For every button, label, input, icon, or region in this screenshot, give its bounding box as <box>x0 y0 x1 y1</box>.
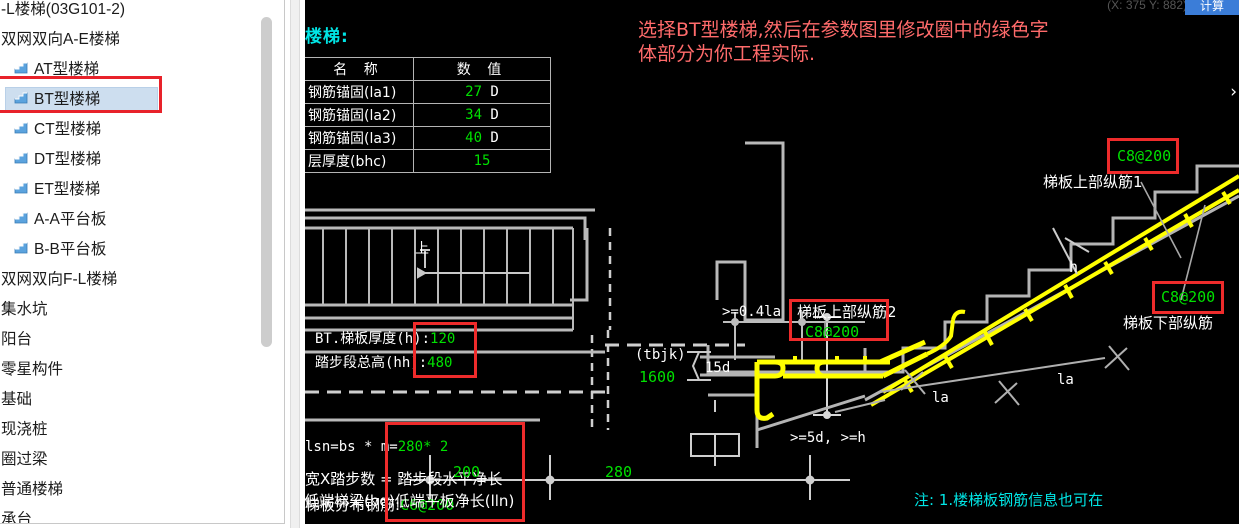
tbjk-name-label: (tbjk) <box>635 347 686 363</box>
parameter-name-cell: 钢筋锚固(la2) <box>305 103 414 127</box>
sidebar-item-label: DT型楼梯 <box>34 151 102 168</box>
sidebar-item-12[interactable]: 零星构件 <box>0 355 268 385</box>
sidebar-item-label: 双网双向A-E楼梯 <box>1 31 120 48</box>
sidebar-item-label: 集水坑 <box>1 301 48 318</box>
dim-280-label: 280 <box>605 463 633 481</box>
sidebar-item-11[interactable]: 阳台 <box>0 325 268 355</box>
sidebar-item-9[interactable]: 双网双向F-L楼梯 <box>0 265 268 295</box>
bottom-rebar-name-label: 梯板下部纵筋 <box>1123 314 1214 332</box>
sidebar-item-17[interactable]: 承台 <box>0 505 268 523</box>
sidebar-item-16[interactable]: 普通楼梯 <box>0 475 268 505</box>
tree-scroll-area[interactable]: -L楼梯(03G101-2) 双网双向A-E楼梯 AT型楼梯 BT型楼梯 CT型楼梯 DT… <box>0 0 268 523</box>
sidebar-item-14[interactable]: 现浇桩 <box>0 415 268 445</box>
parameter-table-header-cell: 名 称 <box>305 57 414 81</box>
parameter-value-cell[interactable]: 27 D <box>413 80 551 104</box>
sidebar-item-2[interactable]: AT型楼梯 <box>0 55 268 85</box>
sidebar-item-13[interactable]: 基础 <box>0 385 268 415</box>
parameter-table-row[interactable]: 钢筋锚固(la3) 40 D <box>305 126 551 150</box>
ge-04la-label: >=0.4la <box>722 304 782 320</box>
parameter-name-cell: 层厚度(bhc) <box>305 149 414 173</box>
sidebar-item-3[interactable]: BT型楼梯 <box>0 85 268 115</box>
stair-component-icon <box>13 60 30 77</box>
sidebar-item-label: 承台 <box>1 511 33 523</box>
note-label: 注: 1.楼梯板钢筋信息也可在 <box>914 491 1104 509</box>
parameter-table-header-cell: 数 值 <box>413 57 551 81</box>
canvas-bottom-strip <box>305 524 1239 531</box>
sidebar-item-10[interactable]: 集水坑 <box>0 295 268 325</box>
outer-window-scrollbar-track[interactable] <box>290 0 300 528</box>
sidebar-item-label: AT型楼梯 <box>34 61 100 78</box>
sidebar-item-6[interactable]: ET型楼梯 <box>0 175 268 205</box>
sidebar-item-label: BT型楼梯 <box>34 91 101 108</box>
parameter-table[interactable]: 名 称数 值钢筋锚固(la1) 27 D 钢筋锚固(la2) 34 D 钢筋锚固(la3… <box>305 57 551 173</box>
cursor-coordinates-readout: (X: 375 Y: 882) <box>1107 0 1187 12</box>
stair-component-icon <box>13 120 30 137</box>
sidebar-item-label: 普通楼梯 <box>1 481 64 498</box>
sidebar-item-label: CT型楼梯 <box>34 121 102 138</box>
chevron-right-icon[interactable]: › <box>1230 82 1237 102</box>
parameter-value: 34 <box>465 107 482 123</box>
parameter-value: 15 <box>473 153 491 169</box>
sidebar-item-7[interactable]: A-A平台板 <box>0 205 268 235</box>
stair-component-icon <box>13 90 30 107</box>
bottom-rebar-highlight-box <box>1152 281 1224 314</box>
lsn-rebar-highlight-box <box>385 422 525 522</box>
app-root: -L楼梯(03G101-2) 双网双向A-E楼梯 AT型楼梯 BT型楼梯 CT型楼梯 DT… <box>0 0 1239 531</box>
la-label-2: la <box>1057 372 1074 388</box>
plan-up-label: 上 <box>415 241 429 257</box>
tree-scrollbar-thumb[interactable] <box>261 17 272 347</box>
stair-component-icon <box>13 210 30 227</box>
calculate-button[interactable]: 计算 <box>1185 0 1239 15</box>
sidebar-item-label: A-A平台板 <box>34 211 107 228</box>
parameter-table-row[interactable]: 钢筋锚固(la1) 27 D <box>305 80 551 104</box>
parameter-value-cell[interactable]: 34 D <box>413 103 551 127</box>
parameter-value-cell[interactable]: 15 <box>413 149 551 173</box>
cad-drawing-canvas[interactable]: 楼梯: 名 称数 值钢筋锚固(la1) 27 D 钢筋锚固(la2) 34 D 钢筋锚固… <box>305 0 1239 524</box>
h-marker-label: h <box>1069 258 1079 276</box>
sidebar-item-label: 零星构件 <box>1 361 64 378</box>
top-rebar1-highlight-box <box>1107 138 1179 174</box>
sidebar-item-0[interactable]: -L楼梯(03G101-2) <box>0 0 268 25</box>
parameter-name-cell: 钢筋锚固(la1) <box>305 80 414 104</box>
sidebar-item-label: B-B平台板 <box>34 241 107 258</box>
sidebar-item-4[interactable]: CT型楼梯 <box>0 115 268 145</box>
sidebar-item-1[interactable]: 双网双向A-E楼梯 <box>0 25 268 55</box>
parameter-unit: D <box>482 130 499 146</box>
sidebar-item-label: -L楼梯(03G101-2) <box>1 1 126 18</box>
top-rebar1-name-label: 梯板上部纵筋1 <box>1043 173 1143 191</box>
sidebar-item-label: 阳台 <box>1 331 33 348</box>
top-rebar2-highlight-box <box>789 299 889 341</box>
tree-vertical-scrollbar[interactable] <box>258 0 275 523</box>
component-tree-panel: -L楼梯(03G101-2) 双网双向A-E楼梯 AT型楼梯 BT型楼梯 CT型楼梯 DT… <box>0 0 285 524</box>
sidebar-item-label: 基础 <box>1 391 33 408</box>
sidebar-item-15[interactable]: 圈过梁 <box>0 445 268 475</box>
parameter-name-cell: 钢筋锚固(la3) <box>305 126 414 150</box>
sidebar-item-5[interactable]: DT型楼梯 <box>0 145 268 175</box>
la-label-1: la <box>932 390 949 406</box>
stair-component-icon <box>13 240 30 257</box>
sidebar-item-label: ET型楼梯 <box>34 181 101 198</box>
sidebar-item-label: 圈过梁 <box>1 451 48 468</box>
lsn-formula-label: lsn=bs * m= <box>305 439 398 455</box>
parameter-value-cell[interactable]: 40 D <box>413 126 551 150</box>
parameter-unit: D <box>482 107 499 123</box>
parameter-value: 40 <box>465 130 482 146</box>
sidebar-item-label: 双网双向F-L楼梯 <box>1 271 118 288</box>
cad-title: 楼梯: <box>305 27 349 47</box>
parameter-table-row[interactable]: 钢筋锚固(la2) 34 D <box>305 103 551 127</box>
plate-thickness-highlight-box <box>413 322 477 378</box>
stair-component-icon <box>13 150 30 167</box>
parameter-value: 27 <box>465 84 482 100</box>
parameter-table-header-row: 名 称数 值 <box>305 57 551 81</box>
sidebar-item-8[interactable]: B-B平台板 <box>0 235 268 265</box>
ge-5d-label: >=5d, >=h <box>790 430 866 446</box>
sidebar-item-label: 现浇桩 <box>1 421 48 438</box>
tbjk-value-label: 1600 <box>639 368 676 386</box>
parameter-unit: D <box>482 84 499 100</box>
stair-component-icon <box>13 180 30 197</box>
step-total-height-label: 踏步段总高(hh): <box>315 355 428 371</box>
red-instruction-annotation: 选择BT型楼梯,然后在参数图里修改圈中的绿色字 体部分为你工程实际. <box>638 19 1049 65</box>
parameter-table-row[interactable]: 层厚度(bhc) 15 <box>305 149 551 173</box>
fifteen-d-label: 15d <box>705 360 731 376</box>
